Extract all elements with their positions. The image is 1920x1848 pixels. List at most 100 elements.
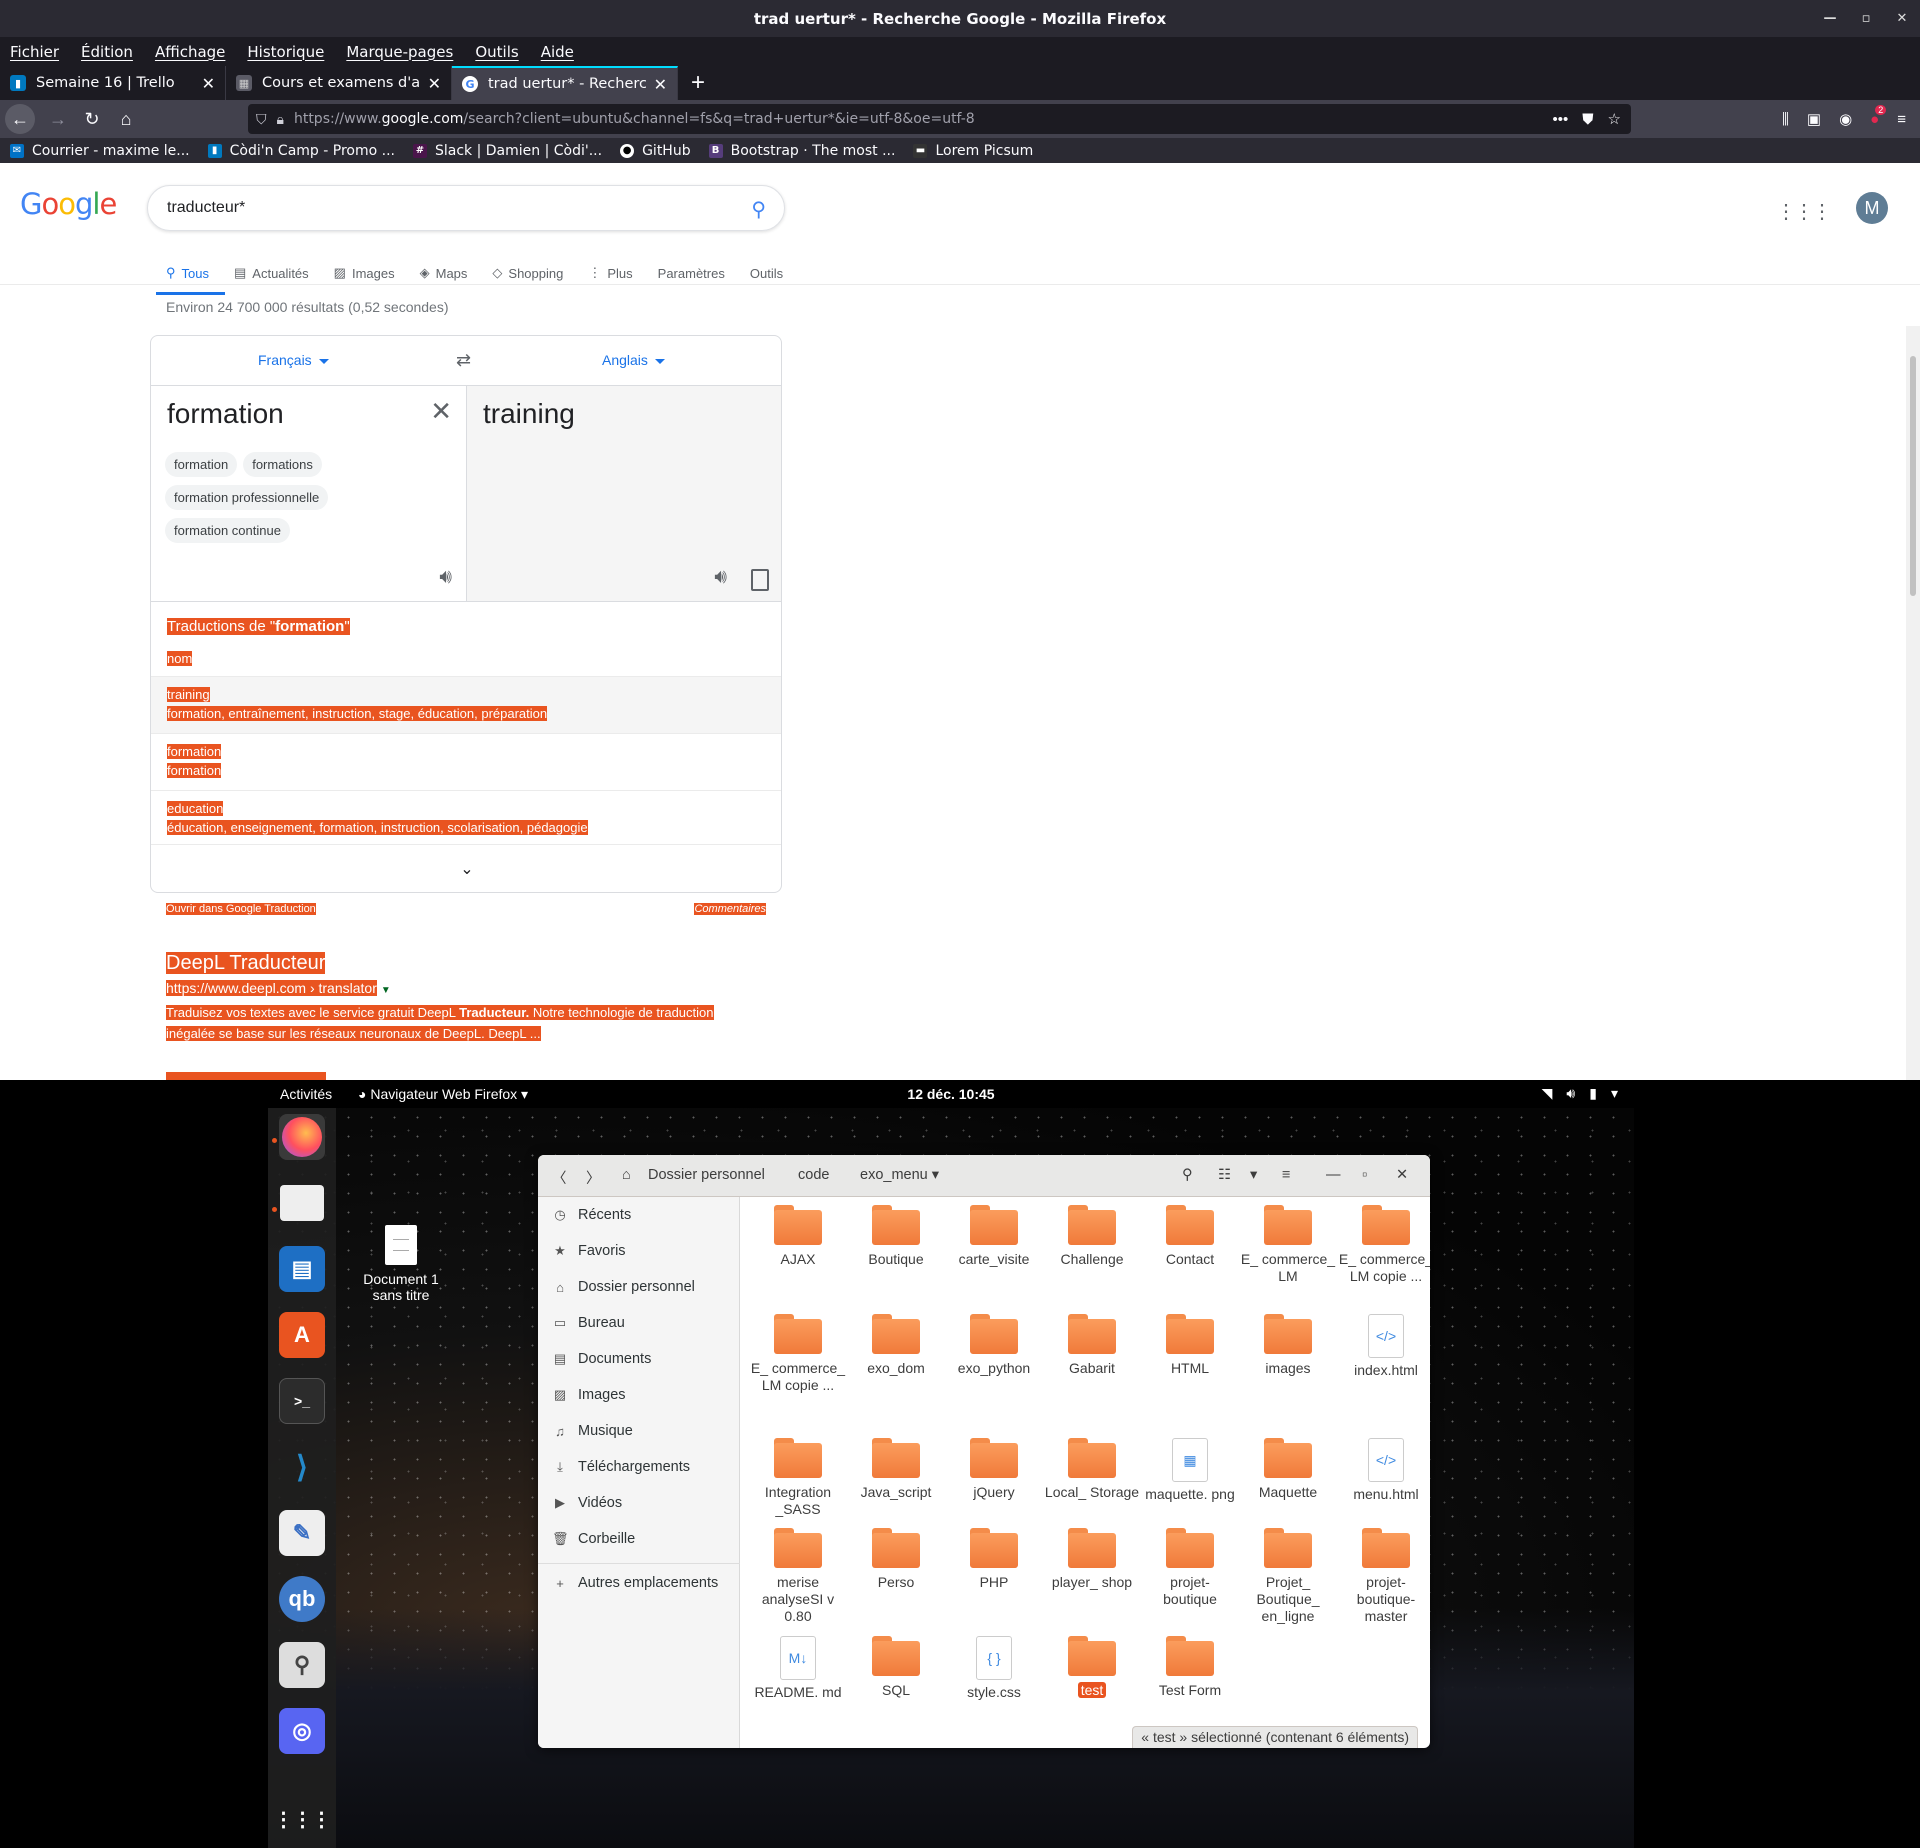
bookmark-lorem-picsum[interactable]: ▬ Lorem Picsum — [913, 143, 1033, 159]
tab-actualites[interactable]: ▤ Actualités — [234, 253, 309, 293]
forward-icon[interactable]: 〉 — [586, 1167, 601, 1188]
discord-icon[interactable]: ◎ — [279, 1708, 325, 1754]
file-item[interactable]: Challenge — [1044, 1205, 1140, 1268]
suggestion-chip[interactable]: formation professionnelle — [165, 485, 329, 510]
target-language-select[interactable]: Anglais — [602, 352, 665, 368]
menu-affichage[interactable]: Affichage — [155, 43, 225, 61]
file-item[interactable]: M↓ README. md — [750, 1636, 846, 1701]
file-item[interactable]: E_ commerce_ LM — [1240, 1205, 1336, 1285]
search-icon[interactable]: ⚲ — [279, 1642, 325, 1688]
apps-grid-icon[interactable]: ⋮⋮⋮ — [1776, 199, 1832, 224]
file-item[interactable]: Maquette — [1240, 1438, 1336, 1501]
file-item[interactable]: player_ shop — [1044, 1528, 1140, 1591]
menu-aide[interactable]: Aide — [541, 43, 574, 61]
breadcrumb-code[interactable]: code — [798, 1167, 829, 1183]
tab-cours-anglais[interactable]: ▦ Cours et examens d'angl ✕ — [226, 66, 452, 100]
sidebar-item-images[interactable]: ▨ Images — [552, 1387, 626, 1403]
menu-fichier[interactable]: Fichier — [10, 43, 59, 61]
maximize-icon[interactable]: ▫ — [1362, 1167, 1367, 1183]
menu-marque-pages[interactable]: Marque-pages — [346, 43, 453, 61]
speaker-icon[interactable]: 🔊︎ — [439, 566, 452, 589]
file-item[interactable]: ▦ maquette. png — [1142, 1438, 1238, 1503]
reload-button[interactable]: ↻ — [75, 102, 109, 136]
sidebar-item-corbeille[interactable]: 🗑︎ Corbeille — [552, 1531, 635, 1547]
search-icon[interactable]: ⚲ — [751, 197, 766, 222]
file-item[interactable]: images — [1240, 1314, 1336, 1377]
expand-chevron-icon[interactable]: ⌄ — [151, 844, 781, 892]
more-actions-icon[interactable]: ••• — [1553, 111, 1569, 128]
minimize-icon[interactable]: — — [1812, 11, 1848, 26]
file-item[interactable]: Integration _SASS — [750, 1438, 846, 1518]
file-item[interactable]: Boutique — [848, 1205, 944, 1268]
sidebar-item-home[interactable]: ⌂ Dossier personnel — [552, 1279, 695, 1295]
menu-edition[interactable]: Édition — [81, 43, 133, 61]
sidebar-icon[interactable]: ▣ — [1807, 110, 1821, 128]
file-item[interactable]: Contact — [1142, 1205, 1238, 1268]
source-language-select[interactable]: Français — [258, 352, 329, 368]
file-item[interactable]: HTML — [1142, 1314, 1238, 1377]
bookmark-mail[interactable]: ✉ Courrier - maxime le... — [10, 143, 190, 159]
writer-icon[interactable]: ▤ — [279, 1246, 325, 1292]
file-item[interactable]: Gabarit — [1044, 1314, 1140, 1377]
result-title[interactable]: DeepL Traducteur — [166, 952, 326, 974]
scrollbar[interactable] — [1906, 326, 1920, 1080]
new-tab-button[interactable]: + — [678, 66, 718, 100]
bookmark-bootstrap[interactable]: B Bootstrap · The most ... — [708, 143, 895, 159]
vscode-icon[interactable]: ⟩ — [279, 1444, 325, 1490]
file-item[interactable]: Projet_ Boutique_ en_ligne — [1240, 1528, 1336, 1625]
file-item[interactable]: exo_dom — [848, 1314, 944, 1377]
bookmark-star-icon[interactable]: ☆ — [1608, 110, 1621, 128]
file-item[interactable]: exo_python — [946, 1314, 1042, 1377]
file-item[interactable]: </> index.html — [1338, 1314, 1430, 1379]
hamburger-menu-icon[interactable]: ≡ — [1897, 111, 1906, 128]
bookmark-github[interactable]: ● GitHub — [620, 143, 691, 159]
swap-languages-icon[interactable]: ⇄ — [456, 350, 471, 371]
maximize-icon[interactable]: ▫ — [1848, 11, 1884, 26]
next-result-title[interactable] — [166, 1072, 326, 1080]
search-input[interactable]: traducteur* ⚲ — [147, 185, 785, 231]
qbittorrent-icon[interactable]: qb — [279, 1576, 325, 1622]
file-item[interactable]: PHP — [946, 1528, 1042, 1591]
bookmark-codin-camp[interactable]: ▮ Còdi'n Camp - Promo ... — [207, 143, 395, 159]
breadcrumb-exo-menu[interactable]: exo_menu ▾ — [860, 1167, 939, 1183]
menu-icon[interactable]: ≡ — [1282, 1167, 1290, 1183]
file-item[interactable]: </> menu.html — [1338, 1438, 1430, 1503]
files-icon[interactable] — [279, 1180, 325, 1226]
sidebar-item-bureau[interactable]: ▭ Bureau — [552, 1315, 625, 1331]
suggestion-chip[interactable]: formations — [243, 452, 322, 477]
translation-row[interactable]: training formation, entraînement, instruc… — [151, 676, 781, 733]
url-bar[interactable]: ⛉ 🔒︎ https://www.google.com/search?clien… — [248, 104, 1631, 134]
clock[interactable]: 12 déc. 10:45 — [268, 1086, 1634, 1102]
suggestion-chip[interactable]: formation — [165, 452, 238, 477]
file-item[interactable]: carte_visite — [946, 1205, 1042, 1268]
file-item[interactable]: Java_script — [848, 1438, 944, 1501]
minimize-icon[interactable]: — — [1326, 1167, 1341, 1183]
system-tray[interactable]: ◥ 🔊︎ ▮ ▾ — [1542, 1085, 1618, 1102]
home-button[interactable]: ⌂ — [109, 102, 143, 136]
copy-icon[interactable] — [751, 569, 769, 591]
software-center-icon[interactable]: A — [279, 1312, 325, 1358]
tab-shopping[interactable]: ◇ Shopping — [492, 253, 563, 293]
file-item[interactable]: Local_ Storage — [1044, 1438, 1140, 1501]
back-icon[interactable]: 〈 — [552, 1167, 567, 1188]
sidebar-item-recents[interactable]: ◷ Récents — [552, 1207, 631, 1223]
menu-historique[interactable]: Historique — [247, 43, 324, 61]
close-icon[interactable]: ✕ — [1396, 1167, 1408, 1183]
tab-trello[interactable]: ▮ Semaine 16 | Trello ✕ — [0, 66, 226, 100]
file-item[interactable]: test — [1044, 1636, 1140, 1699]
file-item[interactable]: E_ commerce_ LM copie ... — [1338, 1205, 1430, 1285]
tab-close-icon[interactable]: ✕ — [428, 74, 441, 93]
tab-google-search[interactable]: G trad uertur* - Recherche ✕ — [452, 66, 678, 100]
chevron-down-icon[interactable]: ▾ — [1250, 1167, 1257, 1183]
file-item[interactable]: jQuery — [946, 1438, 1042, 1501]
file-item[interactable]: { } style.css — [946, 1636, 1042, 1701]
breadcrumb-home[interactable]: Dossier personnel — [648, 1167, 765, 1183]
extension-icon[interactable]: ● 2 — [1870, 104, 1887, 128]
tab-close-icon[interactable]: ✕ — [654, 75, 667, 94]
tab-outils[interactable]: Outils — [750, 253, 783, 293]
scrollbar-thumb[interactable] — [1910, 356, 1916, 596]
sidebar-item-other-locations[interactable]: + Autres emplacements — [552, 1575, 718, 1591]
speaker-icon[interactable]: 🔊︎ — [714, 566, 727, 589]
clear-icon[interactable]: ✕ — [430, 396, 452, 427]
tab-parametres[interactable]: Paramètres — [658, 253, 725, 293]
